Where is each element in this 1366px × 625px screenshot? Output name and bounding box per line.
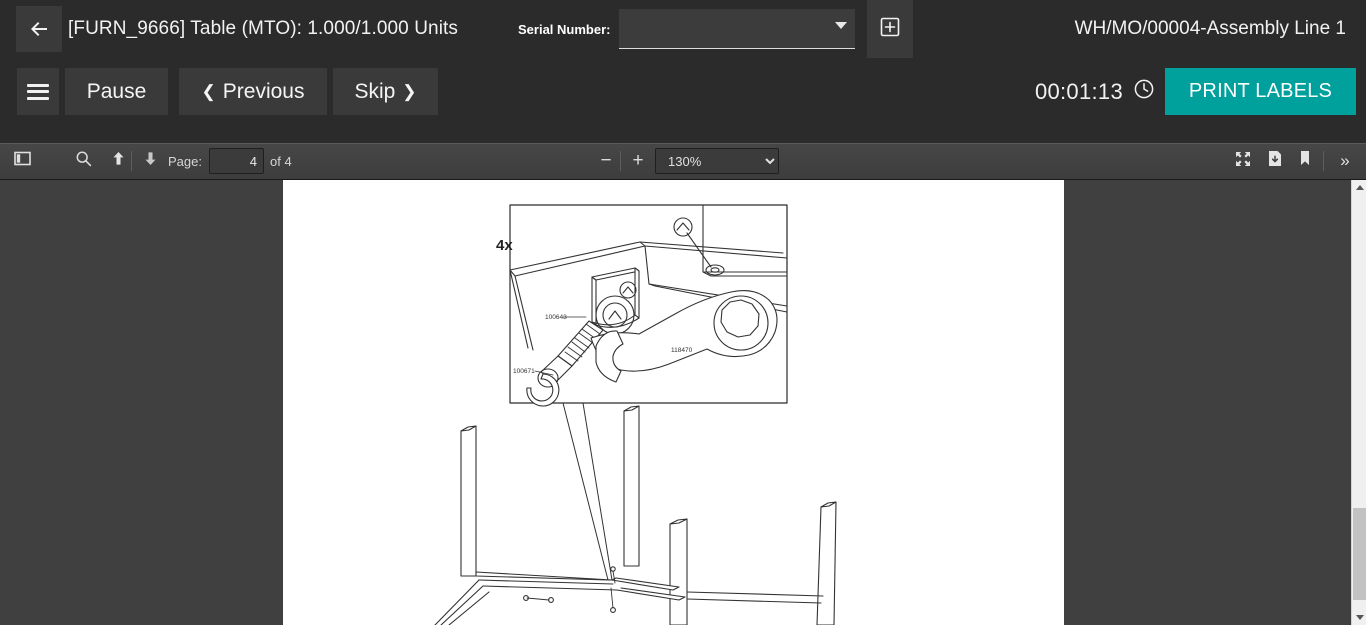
page-number-input[interactable] bbox=[209, 148, 264, 174]
zoom-out-button[interactable]: − bbox=[593, 148, 619, 174]
serial-number-input[interactable] bbox=[619, 9, 856, 49]
scroll-down-arrow-icon bbox=[1355, 615, 1364, 620]
fullscreen-icon bbox=[1235, 151, 1251, 172]
hamburger-menu-icon bbox=[27, 80, 49, 103]
zoom-in-button[interactable]: + bbox=[625, 148, 651, 174]
print-labels-label: PRINT LABELS bbox=[1188, 80, 1333, 102]
menu-button[interactable] bbox=[17, 68, 59, 115]
pdf-page: 100643 100671 118470 4x bbox=[283, 180, 1064, 625]
pause-label: Pause bbox=[86, 79, 147, 103]
scroll-up-button[interactable] bbox=[1352, 180, 1366, 195]
arrow-up-icon bbox=[110, 150, 127, 172]
app-header: [FURN_9666] Table (MTO): 1.000/1.000 Uni… bbox=[0, 0, 1366, 58]
previous-page-button[interactable] bbox=[105, 148, 131, 174]
download-button[interactable] bbox=[1262, 148, 1288, 174]
skip-label: Skip bbox=[354, 79, 396, 103]
toolbar-separator bbox=[131, 151, 132, 171]
work-order-name: WH/MO/00004-Assembly Line 1 bbox=[1074, 18, 1346, 39]
pause-button[interactable]: Pause bbox=[65, 68, 168, 115]
bookmark-icon bbox=[1298, 150, 1312, 172]
pdf-viewer-toolbar: Page: of 4 − + 130% bbox=[0, 143, 1366, 180]
skip-button[interactable]: Skip ❯ bbox=[333, 68, 438, 115]
previous-button[interactable]: ❮ Previous bbox=[179, 68, 327, 115]
page-total-label: of 4 bbox=[270, 154, 292, 169]
page-number-label: Page: bbox=[168, 154, 202, 169]
part-label-bolt: 100643 bbox=[545, 314, 567, 321]
document-title: [FURN_9666] Table (MTO): 1.000/1.000 Uni… bbox=[68, 18, 459, 39]
more-tools-button[interactable]: » bbox=[1332, 148, 1358, 174]
action-toolbar: Pause ❮ Previous Skip ❯ 00:01:13 PRINT L… bbox=[0, 58, 1366, 143]
arrow-left-icon bbox=[27, 17, 51, 41]
presentation-mode-button[interactable] bbox=[1230, 148, 1256, 174]
sidebar-panel-icon bbox=[13, 150, 31, 172]
plus-square-icon bbox=[879, 16, 901, 43]
timer-value: 00:01:13 bbox=[1034, 78, 1123, 104]
next-page-button[interactable] bbox=[137, 148, 163, 174]
toolbar-separator bbox=[1323, 151, 1324, 171]
scrollbar-thumb[interactable] bbox=[1353, 508, 1366, 600]
previous-label: Previous bbox=[222, 79, 305, 103]
part-label-clip: 100671 bbox=[513, 368, 535, 375]
print-labels-button[interactable]: PRINT LABELS bbox=[1165, 68, 1356, 115]
bookmark-button[interactable] bbox=[1292, 148, 1318, 174]
download-icon bbox=[1267, 150, 1283, 172]
search-icon bbox=[75, 150, 92, 172]
zoom-level-select[interactable]: 130% bbox=[655, 148, 779, 174]
back-button[interactable] bbox=[16, 6, 62, 52]
callout-multiplier: 4x bbox=[496, 237, 513, 254]
assembly-instruction-drawing: 100643 100671 118470 4x bbox=[434, 204, 837, 625]
clock-icon bbox=[1133, 78, 1155, 105]
vertical-scrollbar[interactable] bbox=[1351, 180, 1366, 625]
serial-number-label: Serial Number: bbox=[518, 21, 611, 37]
scroll-down-button[interactable] bbox=[1352, 610, 1366, 625]
serial-number-group: Serial Number: bbox=[518, 0, 914, 58]
chevron-left-icon: ❮ bbox=[201, 82, 216, 101]
chevron-right-icon: ❯ bbox=[402, 82, 417, 101]
add-serial-button[interactable] bbox=[867, 0, 914, 58]
timer: 00:01:13 bbox=[1035, 68, 1155, 115]
toggle-sidebar-button[interactable] bbox=[8, 148, 36, 174]
part-label-wrench: 118470 bbox=[671, 347, 693, 354]
pdf-viewer-body[interactable]: 100643 100671 118470 4x bbox=[0, 180, 1366, 625]
find-button[interactable] bbox=[70, 148, 96, 174]
scroll-up-arrow-icon bbox=[1355, 185, 1364, 190]
arrow-down-icon bbox=[142, 150, 159, 172]
toolbar-separator bbox=[620, 151, 621, 171]
